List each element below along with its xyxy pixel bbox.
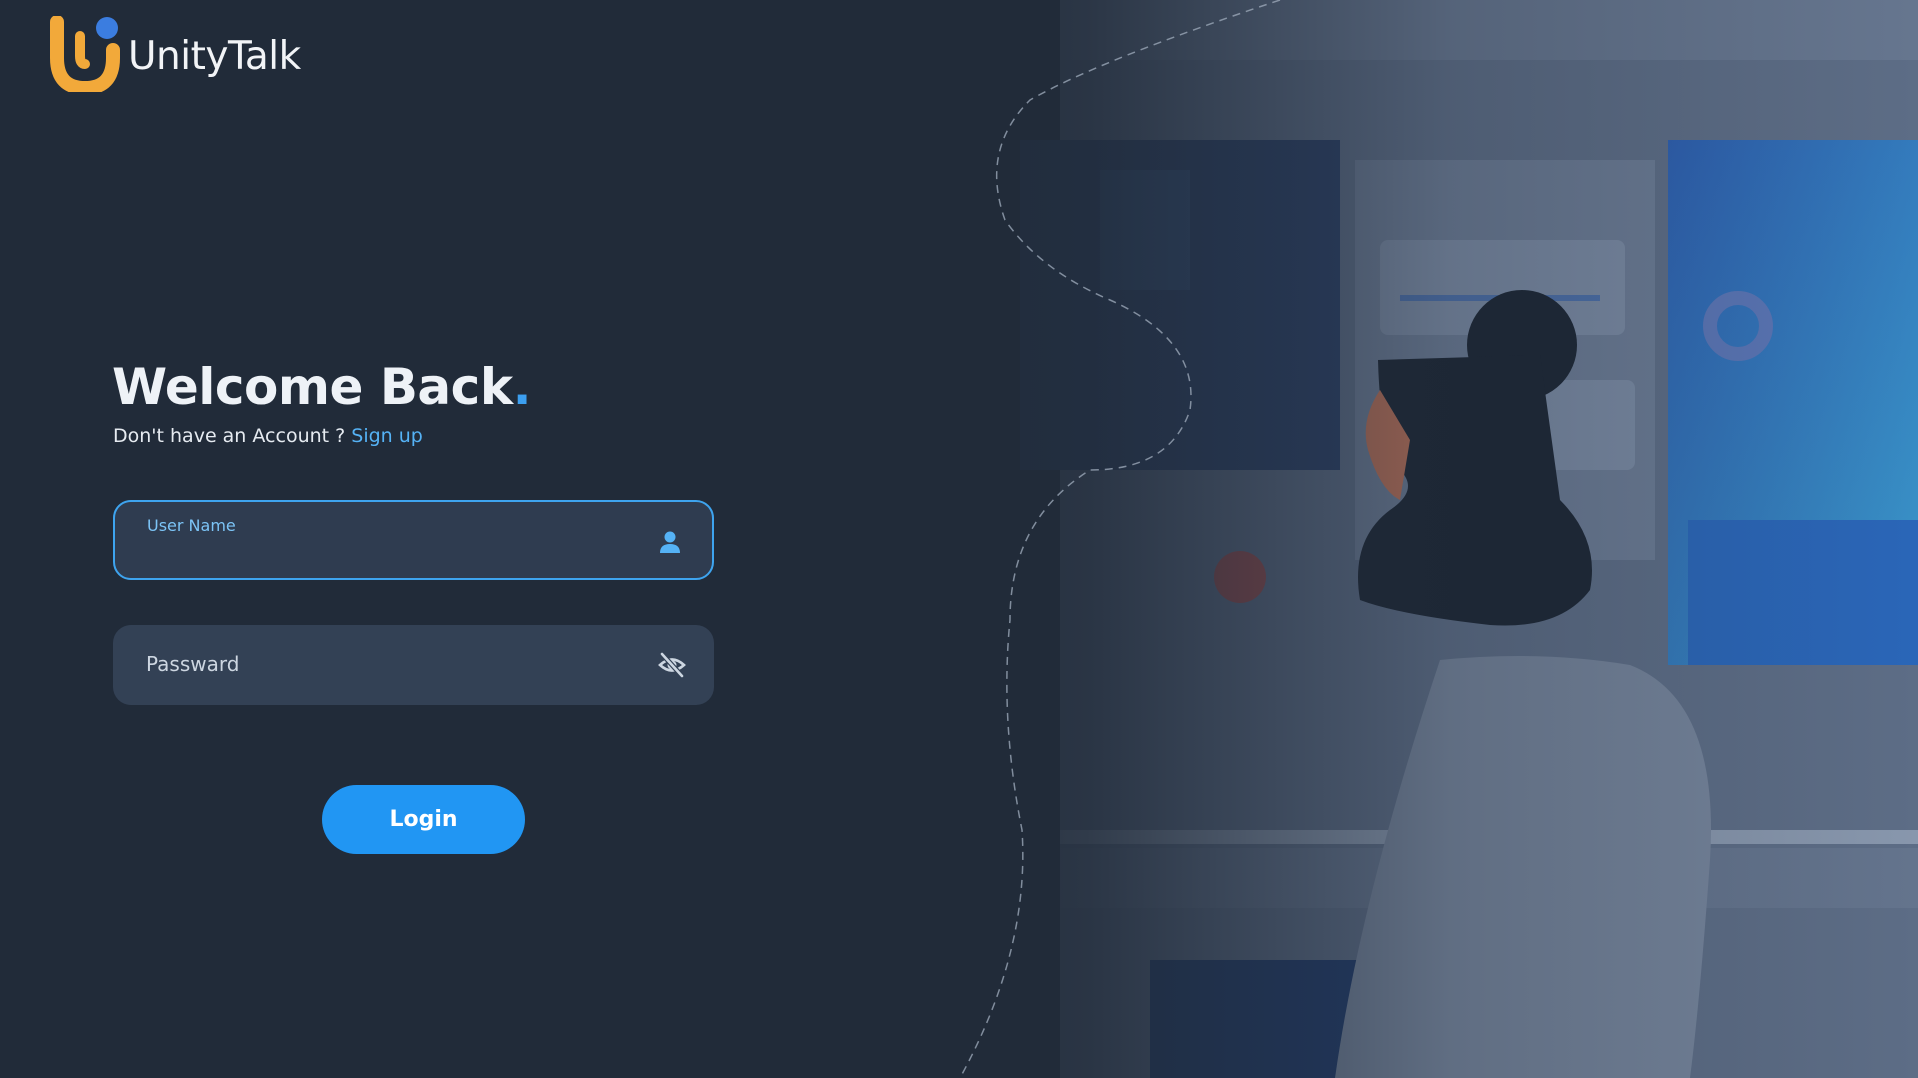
username-field[interactable]: User Name	[113, 500, 714, 580]
unitytalk-logo-mark-icon	[50, 16, 120, 92]
username-label: User Name	[147, 516, 236, 535]
signup-prompt-text: Don't have an Account ?	[113, 425, 352, 447]
page-title: Welcome Back.	[112, 358, 532, 416]
brand-name-bold: Unity	[128, 33, 228, 79]
signup-link[interactable]: Sign up	[351, 425, 423, 447]
page-title-text: Welcome Back	[112, 358, 513, 416]
eye-slash-icon[interactable]	[658, 651, 686, 679]
user-icon	[660, 531, 680, 553]
username-input[interactable]	[147, 538, 632, 568]
page-title-dot: .	[512, 358, 532, 416]
password-placeholder: Passward	[146, 652, 240, 676]
signup-prompt: Don't have an Account ? Sign up	[113, 425, 423, 447]
brand-name: UnityTalk	[128, 34, 301, 79]
brand-name-light: Talk	[227, 33, 301, 79]
login-button[interactable]: Login	[322, 785, 525, 854]
brand-logo: UnityTalk	[50, 16, 301, 92]
password-field[interactable]: Passward	[113, 625, 714, 705]
